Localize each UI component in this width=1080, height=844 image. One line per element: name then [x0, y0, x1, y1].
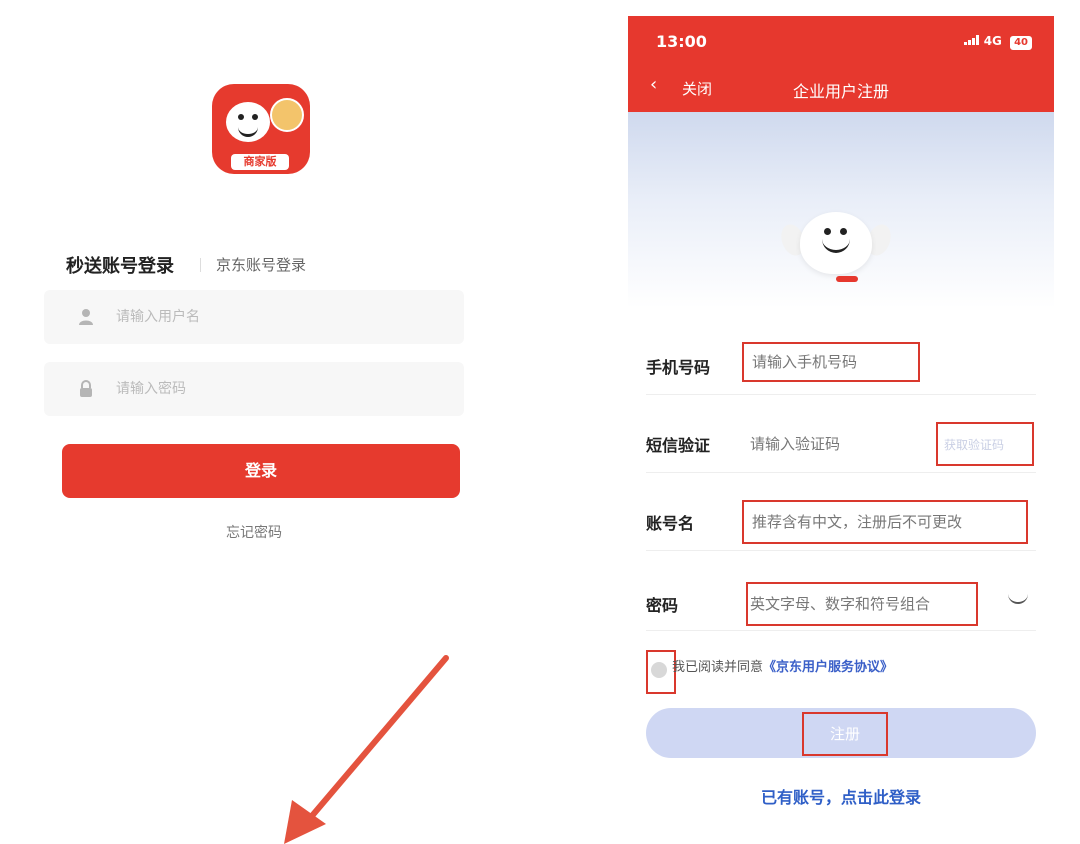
- mascot-collar: [836, 276, 858, 282]
- phone-input[interactable]: 请输入手机号码: [742, 342, 920, 382]
- tab-miaosong-login[interactable]: 秒送账号登录: [66, 252, 174, 278]
- hero-banner: [628, 112, 1054, 308]
- password-row: 密码 英文字母、数字和符号组合: [646, 578, 1036, 631]
- mascot-mouth: [822, 238, 850, 253]
- mascot-dog-icon: [800, 212, 872, 274]
- logo-dog-eye: [238, 114, 244, 120]
- network-label: 4G: [983, 34, 1002, 48]
- username-placeholder: 请输入用户名: [116, 309, 200, 325]
- phone-row: 手机号码 请输入手机号码: [646, 342, 1036, 395]
- phone-label: 手机号码: [646, 358, 711, 377]
- tab-jd-login[interactable]: 京东账号登录: [216, 254, 306, 275]
- agreement-prefix: 我已阅读并同意: [672, 660, 764, 675]
- forgot-password-link[interactable]: 忘记密码: [226, 522, 282, 542]
- user-icon: [79, 309, 93, 325]
- logo-dog-eye: [252, 114, 258, 120]
- username-field[interactable]: 请输入用户名: [44, 290, 464, 344]
- password-placeholder: 请输入密码: [116, 381, 186, 397]
- phone-placeholder: 请输入手机号码: [752, 353, 858, 371]
- password-field[interactable]: 请输入密码: [44, 362, 464, 416]
- account-placeholder: 推荐含有中文，注册后不可更改: [752, 513, 963, 531]
- logo-badge: 商家版: [231, 154, 289, 170]
- logo-dog-icon: [226, 102, 270, 142]
- app-logo: 商家版: [212, 84, 310, 174]
- password-label: 密码: [646, 596, 679, 615]
- logo-dog-smile: [238, 124, 258, 137]
- annotation-arrow: [284, 655, 449, 844]
- existing-account-login-link[interactable]: 已有账号，点击此登录: [628, 784, 1054, 808]
- mascot-eye: [824, 228, 831, 235]
- battery-icon: 40: [1010, 36, 1032, 50]
- logo-coin-icon: [270, 98, 304, 132]
- page-title: 企业用户注册: [792, 82, 889, 101]
- account-label: 账号名: [646, 514, 695, 533]
- register-button-label: 注册: [829, 725, 860, 743]
- signal-icon: [963, 35, 979, 45]
- agreement-text: 我已阅读并同意《京东用户服务协议》: [672, 656, 893, 675]
- checkbox-circle: [651, 662, 667, 678]
- register-button-highlight[interactable]: 注册: [802, 712, 888, 756]
- tab-divider: [200, 258, 201, 272]
- sms-label: 短信验证: [646, 436, 711, 455]
- top-bar: 13:00 4G 40 ‹ 关闭 企业用户注册: [628, 16, 1054, 112]
- account-input[interactable]: 推荐含有中文，注册后不可更改: [742, 500, 1028, 544]
- status-indicators: 4G 40: [963, 34, 1032, 50]
- mascot-eye: [840, 228, 847, 235]
- sms-input[interactable]: 请输入验证码: [750, 433, 840, 454]
- login-button[interactable]: 登录: [62, 444, 460, 498]
- agreement-link[interactable]: 《京东用户服务协议》: [763, 660, 893, 675]
- register-screen: 13:00 4G 40 ‹ 关闭 企业用户注册 手机号码 请输入手机号码 短信验…: [628, 16, 1054, 844]
- get-code-label: 获取验证码: [944, 438, 1005, 452]
- get-code-button[interactable]: 获取验证码: [936, 422, 1034, 466]
- sms-row: 短信验证 请输入验证码 获取验证码: [646, 422, 1036, 473]
- password-placeholder: 英文字母、数字和符号组合: [750, 595, 931, 613]
- password-input[interactable]: 英文字母、数字和符号组合: [746, 582, 978, 626]
- lock-icon: [80, 380, 92, 397]
- account-row: 账号名 推荐含有中文，注册后不可更改: [646, 500, 1036, 551]
- status-time: 13:00: [656, 32, 707, 51]
